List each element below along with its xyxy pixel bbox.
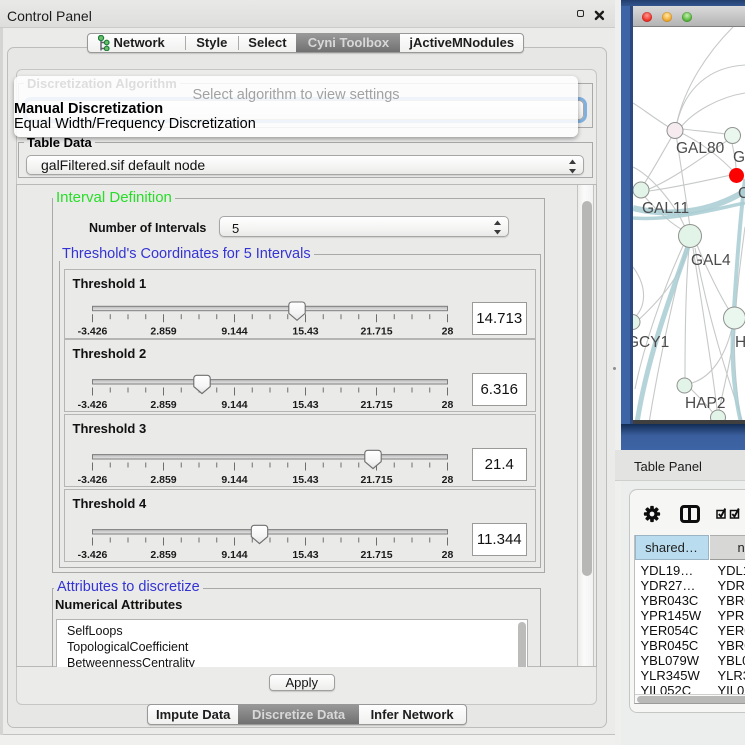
svg-text:9.144: 9.144 [221, 399, 247, 411]
svg-text:28: 28 [441, 399, 453, 411]
svg-text:21.715: 21.715 [360, 325, 392, 337]
svg-text:GAL80: GAL80 [676, 140, 725, 157]
svg-text:GAL11: GAL11 [642, 200, 689, 217]
svg-text:28: 28 [441, 325, 453, 337]
svg-text:2.859: 2.859 [150, 399, 176, 411]
svg-text:15.43: 15.43 [292, 399, 318, 411]
svg-text:GAL4: GAL4 [691, 252, 731, 269]
svg-text:9.144: 9.144 [221, 325, 247, 337]
svg-text:15.43: 15.43 [292, 549, 318, 561]
svg-text:21.715: 21.715 [360, 549, 392, 561]
svg-text:HAP2: HAP2 [685, 395, 726, 412]
svg-text:9.144: 9.144 [221, 549, 247, 561]
svg-text:2.859: 2.859 [150, 474, 176, 486]
svg-text:28: 28 [441, 549, 453, 561]
svg-text:GA: GA [733, 149, 745, 166]
svg-text:H: H [735, 334, 745, 351]
svg-text:-3.426: -3.426 [77, 399, 107, 411]
svg-text:15.43: 15.43 [292, 474, 318, 486]
svg-text:-3.426: -3.426 [77, 474, 107, 486]
svg-text:-3.426: -3.426 [77, 549, 107, 561]
svg-text:C: C [738, 185, 745, 202]
svg-text:15.43: 15.43 [292, 325, 318, 337]
svg-text:-3.426: -3.426 [77, 325, 107, 337]
svg-text:9.144: 9.144 [221, 474, 247, 486]
svg-text:2.859: 2.859 [150, 549, 176, 561]
svg-text:2.859: 2.859 [150, 325, 176, 337]
svg-text:21.715: 21.715 [360, 399, 392, 411]
svg-text:GCY1: GCY1 [633, 334, 669, 351]
svg-text:28: 28 [441, 474, 453, 486]
svg-text:21.715: 21.715 [360, 474, 392, 486]
